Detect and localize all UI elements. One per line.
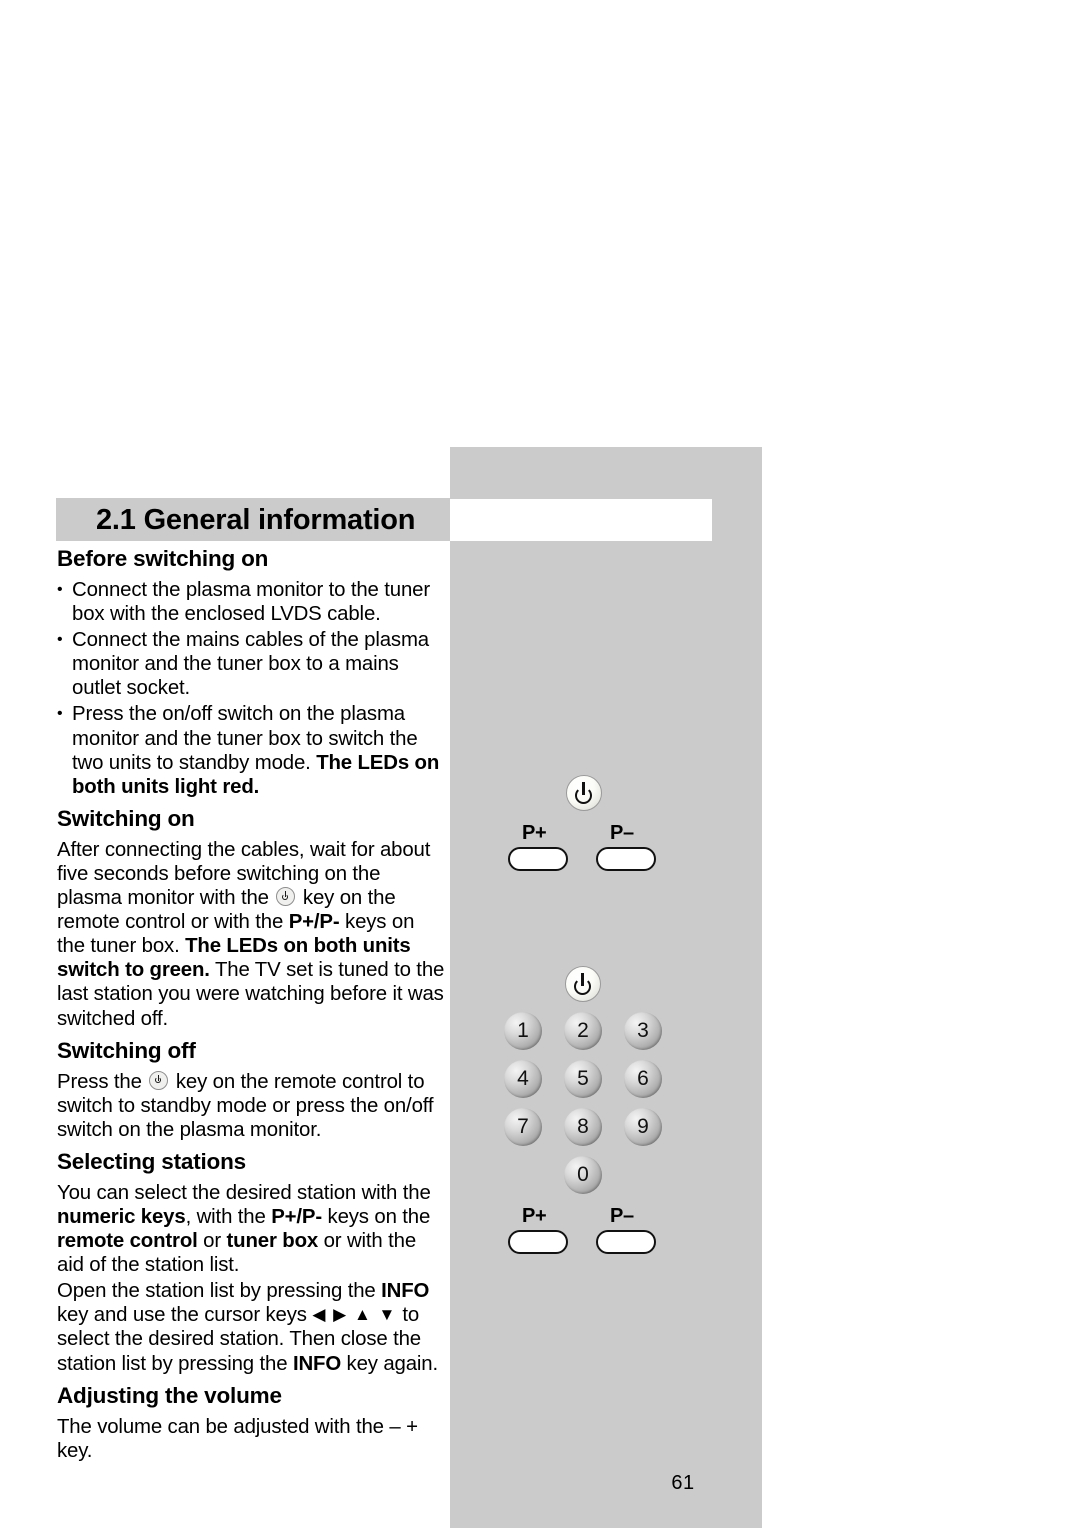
section-heading-switching-off: Switching off <box>57 1037 196 1063</box>
power-icon <box>149 1070 169 1090</box>
paragraph-selecting-stations-2: Open the station list by pressing the IN… <box>57 1279 447 1377</box>
text-run: You can select the desired station with … <box>57 1181 431 1204</box>
power-symbol-bar <box>581 973 585 986</box>
panel-notch <box>450 499 712 541</box>
power-icon <box>276 887 296 907</box>
remote-p-minus-key[interactable] <box>596 1230 656 1254</box>
text-run-bold: tuner box <box>226 1230 319 1253</box>
tuner-p-minus-label: P– <box>610 822 634 844</box>
text-run: key again. <box>341 1352 439 1375</box>
text-run-bold: P+/P- <box>271 1205 323 1228</box>
bullet-item: Press the on/off switch on the plasma mo… <box>57 702 447 800</box>
paragraph-adjusting-the-volume: The volume can be adjusted with the – + … <box>57 1415 418 1462</box>
remote-key-1[interactable]: 1 <box>504 1012 542 1050</box>
text-run: key and use the cursor keys <box>57 1304 313 1327</box>
remote-key-8[interactable]: 8 <box>564 1108 602 1146</box>
body-text-column: Before switching on Connect the plasma m… <box>57 541 447 1465</box>
text-run: , with the <box>185 1205 272 1228</box>
cursor-keys-icon: ◀ ▶ ▲ ▼ <box>312 1305 397 1325</box>
remote-control-diagram: 1 2 3 4 5 6 7 8 9 0 P+ P– <box>490 960 710 1260</box>
tuner-p-plus-label: P+ <box>522 822 547 844</box>
page-number: 61 <box>671 1472 695 1494</box>
text-run-bold: numeric keys <box>57 1205 186 1228</box>
section-heading-adjusting-the-volume: Adjusting the volume <box>57 1382 282 1408</box>
text-run-bold: INFO <box>381 1280 430 1303</box>
section-heading-switching-on: Switching on <box>57 805 195 831</box>
remote-p-plus-key[interactable] <box>508 1230 568 1254</box>
section-heading-selecting-stations: Selecting stations <box>57 1148 246 1174</box>
paragraph-switching-off: Press the key on the remote control to s… <box>57 1070 447 1144</box>
text-run-bold: remote control <box>57 1230 198 1253</box>
remote-key-6[interactable]: 6 <box>624 1060 662 1098</box>
remote-key-2[interactable]: 2 <box>564 1012 602 1050</box>
page-title: 2.1 General information <box>96 504 416 536</box>
remote-p-minus-label: P– <box>610 1205 634 1227</box>
remote-key-4[interactable]: 4 <box>504 1060 542 1098</box>
remote-p-plus-label: P+ <box>522 1205 547 1227</box>
text-run: or <box>197 1230 227 1253</box>
tuner-p-minus-key[interactable] <box>596 847 656 871</box>
remote-key-5[interactable]: 5 <box>564 1060 602 1098</box>
paragraph-selecting-stations-1: You can select the desired station with … <box>57 1181 447 1279</box>
remote-key-9[interactable]: 9 <box>624 1108 662 1146</box>
bullet-item: Connect the plasma monitor to the tuner … <box>57 578 447 628</box>
remote-key-3[interactable]: 3 <box>624 1012 662 1050</box>
text-run: Press the <box>57 1070 148 1093</box>
text-run-bold: INFO <box>292 1352 342 1375</box>
power-symbol-bar <box>582 782 586 795</box>
tuner-p-plus-key[interactable] <box>508 847 568 871</box>
tuner-box-diagram: P+ P– <box>490 770 710 880</box>
text-run: Open the station list by pressing the <box>57 1280 382 1303</box>
remote-power-key-icon[interactable] <box>565 966 601 1002</box>
text-run: keys on the <box>322 1205 431 1228</box>
text-run-bold: P+/P- <box>288 911 340 934</box>
remote-key-7[interactable]: 7 <box>504 1108 542 1146</box>
paragraph-switching-on: After connecting the cables, wait for ab… <box>57 838 447 1033</box>
bullet-item: Connect the mains cables of the plasma m… <box>57 628 447 702</box>
remote-key-0[interactable]: 0 <box>564 1156 602 1194</box>
section-heading-before-switching-on: Before switching on <box>57 546 269 571</box>
tuner-power-key-icon <box>566 775 602 811</box>
